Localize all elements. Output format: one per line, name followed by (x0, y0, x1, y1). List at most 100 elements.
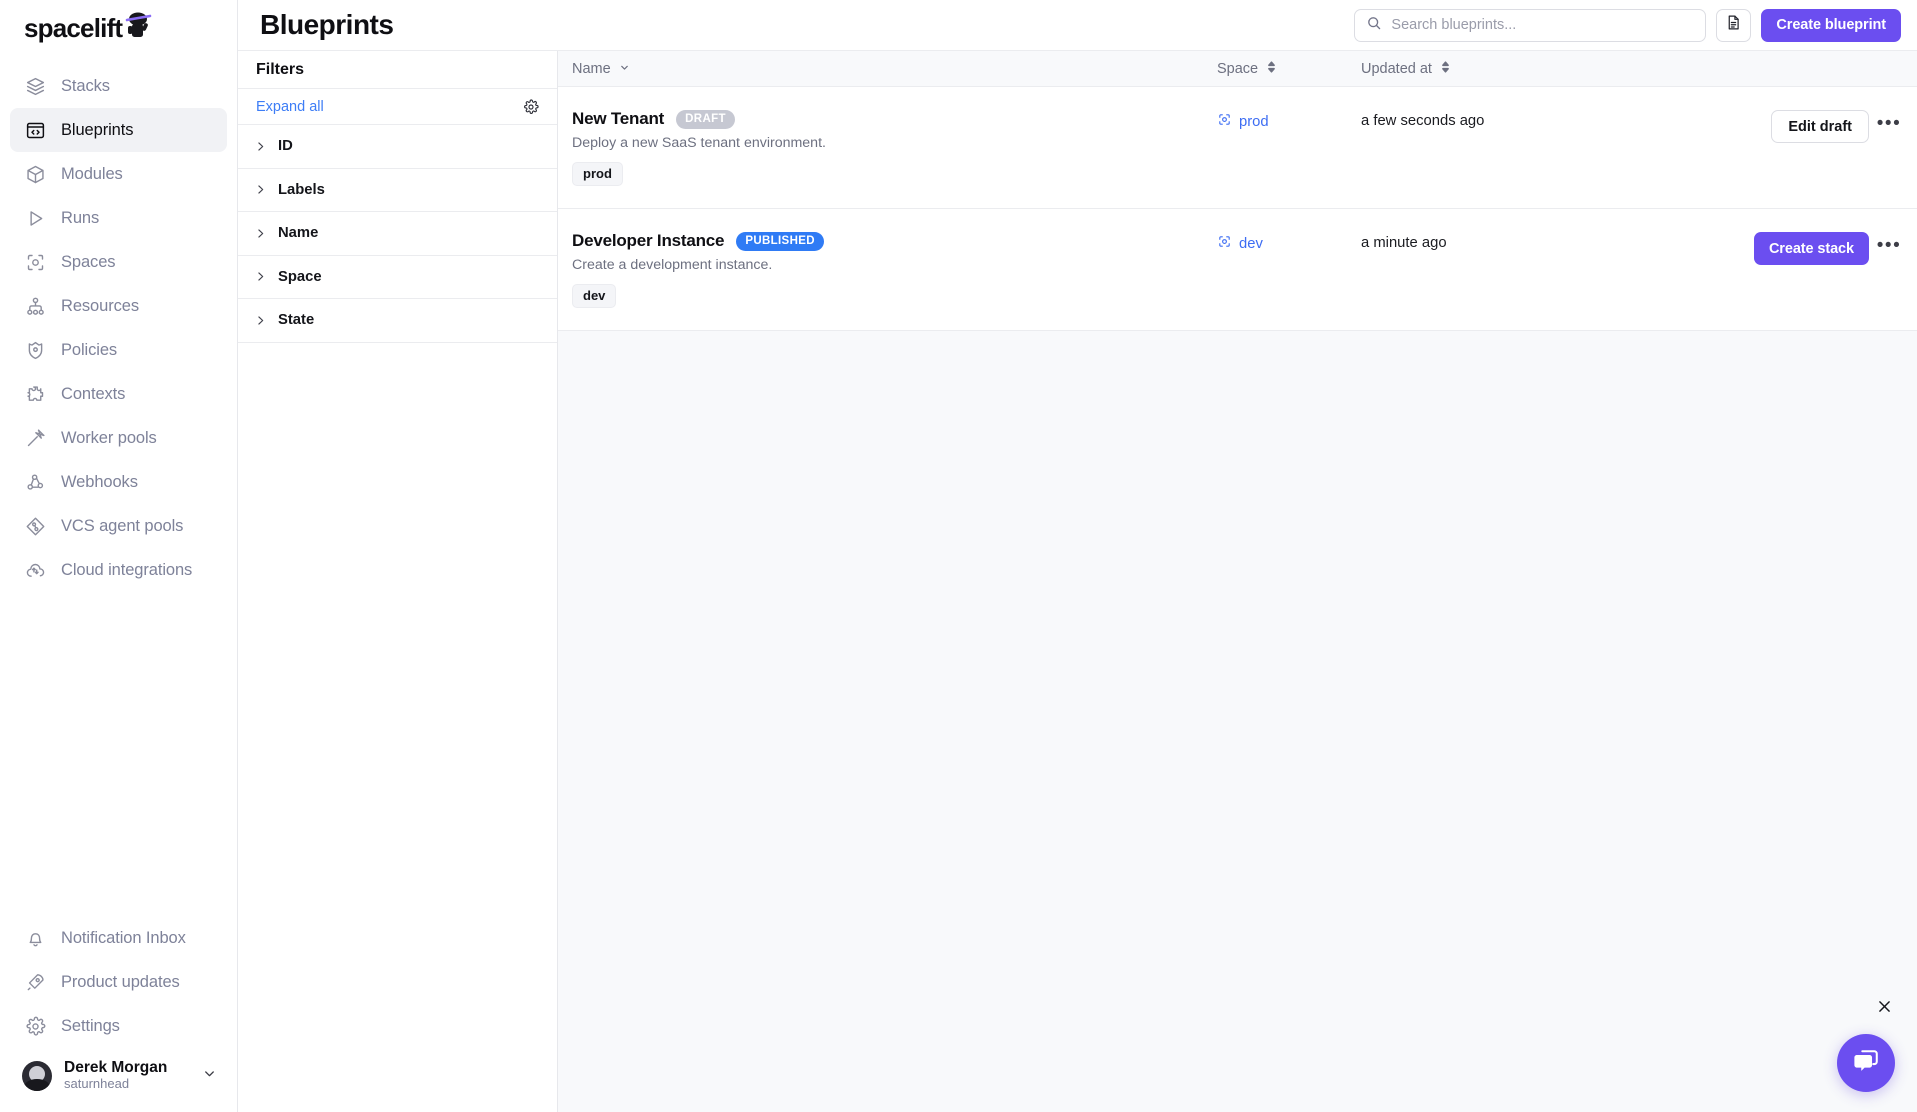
name-line: Developer Instance PUBLISHED (572, 231, 1205, 251)
sidebar-item-label: Contexts (61, 385, 125, 404)
app-root: spacelift Stacks (0, 0, 1917, 1112)
row-menu-kebab-icon[interactable]: ••• (1875, 113, 1903, 141)
sidebar-item-label: Webhooks (61, 473, 138, 492)
sidebar-item-notification-inbox[interactable]: Notification Inbox (10, 916, 227, 960)
table-row[interactable]: Developer Instance PUBLISHED Create a de… (558, 209, 1917, 331)
status-badge: DRAFT (676, 110, 735, 129)
cell-actions: Create stack ••• (1754, 231, 1917, 265)
logo-text: spacelift (24, 13, 122, 44)
app-logo[interactable]: spacelift (0, 0, 237, 56)
sidebar-item-policies[interactable]: Policies (10, 328, 227, 372)
user-menu[interactable]: Derek Morgan saturnhead (10, 1048, 227, 1104)
sidebar-item-label: Product updates (61, 973, 180, 992)
sidebar-item-runs[interactable]: Runs (10, 196, 227, 240)
filter-group-label: State (278, 312, 314, 328)
rocket-icon (24, 971, 46, 993)
document-icon (1725, 14, 1742, 36)
filter-group-labels[interactable]: Labels (238, 169, 557, 213)
sidebar-item-webhooks[interactable]: Webhooks (10, 460, 227, 504)
filter-group-label: ID (278, 138, 293, 154)
filters-header: Filters (238, 51, 557, 89)
chat-launcher-button[interactable] (1837, 1034, 1895, 1092)
cell-space: prod (1217, 109, 1361, 132)
main-content: Blueprints (238, 0, 1917, 1112)
filter-group-label: Name (278, 225, 318, 241)
filters-panel: Filters Expand all ID (238, 51, 558, 1112)
sidebar-item-label: Cloud integrations (61, 561, 192, 580)
create-blueprint-button[interactable]: Create blueprint (1761, 9, 1901, 42)
space-icon (1217, 234, 1232, 254)
name-line: New Tenant DRAFT (572, 109, 1205, 129)
sidebar-item-spaces[interactable]: Spaces (10, 240, 227, 284)
sidebar-item-label: VCS agent pools (61, 517, 183, 536)
sidebar-item-blueprints[interactable]: Blueprints (10, 108, 227, 152)
sidebar-item-label: Modules (61, 165, 123, 184)
chat-close-button[interactable] (1873, 995, 1895, 1017)
sidebar-item-settings[interactable]: Settings (10, 1004, 227, 1048)
search-icon (1366, 15, 1382, 36)
body-area: Filters Expand all ID (238, 50, 1917, 1112)
modules-icon (24, 163, 46, 185)
sidebar-item-contexts[interactable]: Contexts (10, 372, 227, 416)
edit-draft-button[interactable]: Edit draft (1771, 110, 1869, 143)
expand-all-link[interactable]: Expand all (256, 99, 324, 115)
sidebar-item-label: Notification Inbox (61, 929, 186, 948)
updated-at-text: a minute ago (1361, 235, 1447, 251)
page-title: Blueprints (260, 9, 393, 41)
blueprints-icon (24, 119, 46, 141)
sidebar-item-worker-pools[interactable]: Worker pools (10, 416, 227, 460)
filter-group-state[interactable]: State (238, 299, 557, 343)
sidebar-item-label: Worker pools (61, 429, 157, 448)
filter-group-id[interactable]: ID (238, 125, 557, 169)
filter-group-label: Labels (278, 182, 325, 198)
sidebar-item-cloud-integrations[interactable]: Cloud integrations (10, 548, 227, 592)
filter-group-space[interactable]: Space (238, 256, 557, 300)
sidebar-item-label: Resources (61, 297, 139, 316)
sidebar-item-vcs-agent-pools[interactable]: VCS agent pools (10, 504, 227, 548)
table-empty-area (558, 331, 1917, 1112)
blueprint-description: Create a development instance. (572, 257, 1205, 273)
create-stack-button[interactable]: Create stack (1754, 232, 1869, 265)
column-header-space[interactable]: Space (1217, 61, 1361, 77)
label-tag[interactable]: prod (572, 162, 623, 186)
filter-group-name[interactable]: Name (238, 212, 557, 256)
space-link[interactable]: dev (1239, 236, 1263, 252)
label-tags: prod (572, 162, 1205, 186)
search-input[interactable] (1391, 17, 1694, 33)
cell-name: New Tenant DRAFT Deploy a new SaaS tenan… (572, 109, 1217, 186)
blueprint-name[interactable]: Developer Instance (572, 231, 724, 251)
page-header: Blueprints (238, 0, 1917, 50)
contexts-icon (24, 383, 46, 405)
spaces-icon (24, 251, 46, 273)
column-header-name[interactable]: Name (572, 61, 1217, 77)
table-header-row: Name Space Updated (558, 51, 1917, 87)
label-tags: dev (572, 284, 1205, 308)
user-handle: saturnhead (64, 1076, 167, 1093)
sidebar-item-label: Spaces (61, 253, 115, 272)
blueprint-name[interactable]: New Tenant (572, 109, 664, 129)
cell-space: dev (1217, 231, 1361, 254)
sidebar: spacelift Stacks (0, 0, 238, 1112)
sidebar-item-label: Policies (61, 341, 117, 360)
sidebar-item-modules[interactable]: Modules (10, 152, 227, 196)
updated-at-text: a few seconds ago (1361, 113, 1484, 129)
cell-updated-at: a minute ago (1361, 231, 1754, 251)
sidebar-item-resources[interactable]: Resources (10, 284, 227, 328)
chevron-right-icon (254, 140, 267, 153)
table-row[interactable]: New Tenant DRAFT Deploy a new SaaS tenan… (558, 87, 1917, 209)
label-tag[interactable]: dev (572, 284, 616, 308)
chat-icon (1852, 1048, 1880, 1079)
resources-icon (24, 295, 46, 317)
sort-updown-icon (1266, 61, 1277, 77)
search-blueprints[interactable] (1354, 9, 1706, 42)
sidebar-item-label: Settings (61, 1017, 120, 1036)
sidebar-item-product-updates[interactable]: Product updates (10, 960, 227, 1004)
column-header-updated-at[interactable]: Updated at (1361, 61, 1917, 77)
sidebar-item-stacks[interactable]: Stacks (10, 64, 227, 108)
chevron-right-icon (254, 183, 267, 196)
filters-settings-gear-icon[interactable] (523, 99, 539, 115)
row-menu-kebab-icon[interactable]: ••• (1875, 235, 1903, 263)
docs-button[interactable] (1716, 9, 1751, 42)
space-link[interactable]: prod (1239, 114, 1269, 130)
sidebar-item-label: Stacks (61, 77, 110, 96)
